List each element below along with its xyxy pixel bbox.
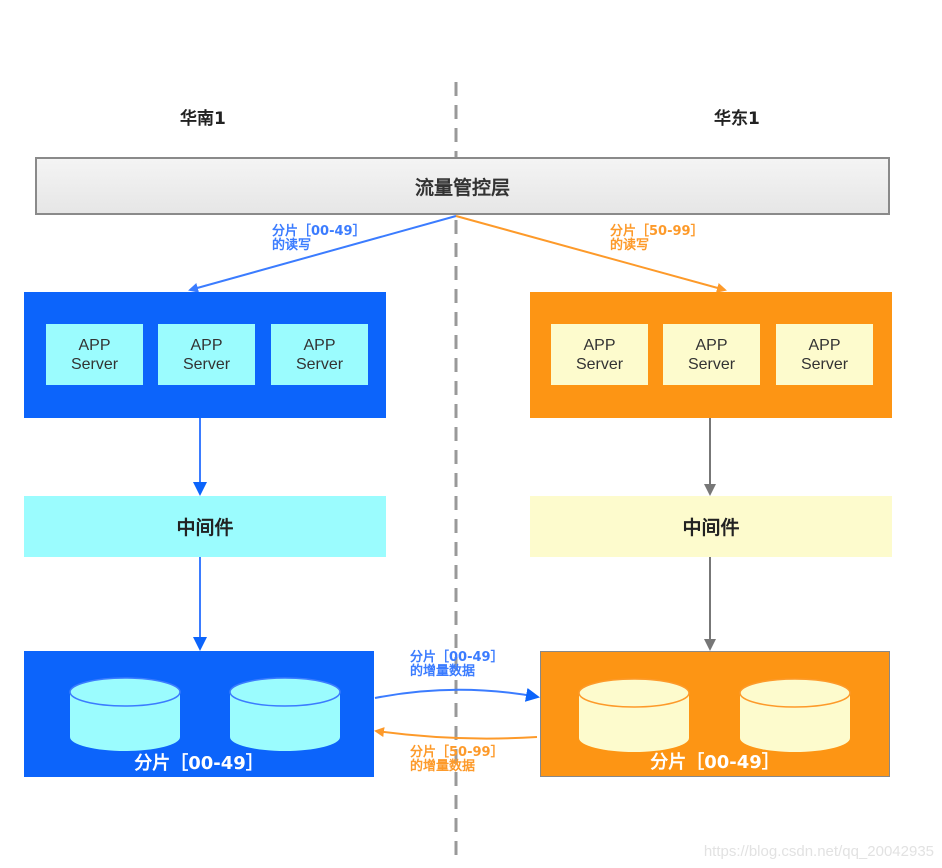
app-server: APP Server <box>551 324 648 385</box>
middleware-left: 中间件 <box>24 496 386 557</box>
app-server-line2: Server <box>295 355 344 373</box>
middleware-right-label: 中间件 <box>682 517 740 539</box>
app-server-line1: APP <box>303 336 336 354</box>
app-server-line2: Server <box>182 355 231 373</box>
db-shard-right: 分片［00-49］ <box>540 651 890 777</box>
sync-label-to-left: 分片［50-99］ 的增量数据 <box>410 746 504 774</box>
app-server-line1: APP <box>190 336 223 354</box>
app-server-line2: Server <box>800 355 849 373</box>
app-server: APP Server <box>776 324 873 385</box>
region-title-south-china: 华南1 <box>180 109 226 129</box>
middleware-left-label: 中间件 <box>176 517 234 539</box>
db-shard-left: 分片［00-49］ <box>24 651 374 777</box>
route-label-left-line1: 分片［00-49］ <box>272 224 366 239</box>
route-label-right-line1: 分片［50-99］ <box>610 224 704 239</box>
traffic-control-label: 流量管控层 <box>414 176 510 199</box>
app-server: APP Server <box>663 324 760 385</box>
watermark: https://blog.csdn.net/qq_20042935 <box>703 843 934 860</box>
region-title-east-china: 华东1 <box>714 109 760 129</box>
middleware-right: 中间件 <box>530 496 892 557</box>
database-icon <box>578 678 690 752</box>
database-icon <box>69 677 181 751</box>
app-server-line2: Server <box>687 355 736 373</box>
sync-label-to-left-line1: 分片［50-99］ <box>410 745 504 760</box>
route-label-left: 分片［00-49］ 的读写 <box>272 225 366 253</box>
sync-label-to-right-line2: 的增量数据 <box>410 664 476 679</box>
app-server: APP Server <box>158 324 255 385</box>
sync-label-to-left-line2: 的增量数据 <box>410 759 476 774</box>
app-server-line1: APP <box>78 336 111 354</box>
route-label-left-line2: 的读写 <box>272 238 312 253</box>
route-label-right: 分片［50-99］ 的读写 <box>610 225 704 253</box>
shard-right-label: 分片［00-49］ <box>650 752 780 773</box>
app-cluster-right: APP Server APP Server APP Server <box>530 292 892 418</box>
database-icon <box>229 677 341 751</box>
shard-left-label: 分片［00-49］ <box>134 753 264 774</box>
sync-label-to-right-line1: 分片［00-49］ <box>410 650 504 665</box>
app-server: APP Server <box>46 324 143 385</box>
sync-label-to-right: 分片［00-49］ 的增量数据 <box>410 651 504 679</box>
app-cluster-left: APP Server APP Server APP Server <box>24 292 386 418</box>
route-label-right-line2: 的读写 <box>610 238 650 253</box>
app-server-line1: APP <box>808 336 841 354</box>
app-server-line1: APP <box>583 336 616 354</box>
traffic-control-layer: 流量管控层 <box>35 157 890 215</box>
app-server-line2: Server <box>575 355 624 373</box>
app-server-line2: Server <box>70 355 119 373</box>
app-server-line1: APP <box>695 336 728 354</box>
app-server: APP Server <box>271 324 368 385</box>
database-icon <box>739 678 851 752</box>
